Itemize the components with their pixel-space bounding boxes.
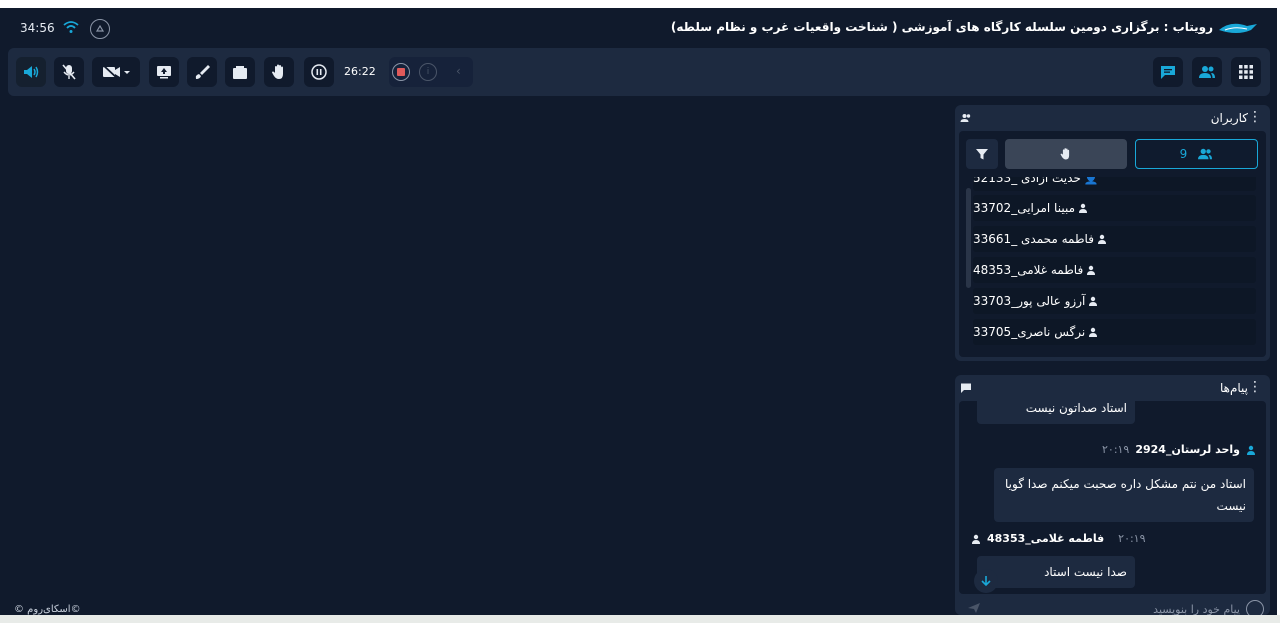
- top-bar: 34:56 رویتاب : برگزاری دومین سلسله کارگا…: [0, 8, 1277, 48]
- user-name: آرزو عالی پور_33703: [973, 294, 1086, 308]
- messages-panel-header: پیام‌ها ⋮: [955, 375, 1270, 401]
- message-bubble: استاد من نتم مشکل داره صحبت میکنم صدا گو…: [994, 468, 1254, 522]
- users-panel-header: کاربران ⋮: [955, 105, 1270, 131]
- user-icon: [1089, 296, 1098, 306]
- speaker-icon: [24, 66, 39, 78]
- pause-button[interactable]: [304, 57, 334, 87]
- camera-off-icon: [102, 64, 130, 80]
- folder-icon: [233, 66, 247, 79]
- toolbar: 26:22 i ‹: [8, 48, 1270, 96]
- whiteboard-button[interactable]: [187, 57, 217, 87]
- camera-button[interactable]: [92, 57, 140, 87]
- arrow-down-icon: [981, 576, 991, 587]
- user-icon: 👤: [1083, 177, 1099, 185]
- files-button[interactable]: [225, 57, 255, 87]
- messages-panel: پیام‌ها ⋮ استاد صداتون نیست واحد لرستان_…: [955, 375, 1270, 615]
- user-name: فاطمه محمدی _33661: [973, 232, 1094, 246]
- users-panel-title: کاربران: [1210, 111, 1248, 125]
- raised-hands-tab[interactable]: [1005, 139, 1127, 169]
- mic-off-icon: [62, 64, 76, 80]
- wifi-icon: [63, 21, 79, 33]
- screen-share-icon: [157, 66, 171, 79]
- message-bubble: استاد صداتون نیست: [977, 401, 1135, 424]
- page-title: رویتاب : برگزاری دومین سلسله کارگاه های …: [670, 20, 1213, 34]
- message-meta: واحد لرستان_2924 ۲۰:۱۹: [1102, 443, 1256, 456]
- user-icon: [1097, 234, 1106, 244]
- session-timer: 34:56: [20, 21, 55, 35]
- user-list-item[interactable]: 👤 حدیث آزادی _52133: [973, 177, 1256, 191]
- users-icon: [1199, 66, 1215, 78]
- users-panel-body: 9 👤 حدیث آزادی _52133 مبینا امرایی_33702 …: [959, 131, 1266, 357]
- message-compose: پیام خود را بنویسید: [959, 600, 1266, 615]
- messages-panel-menu-icon[interactable]: ⋮: [1248, 380, 1262, 394]
- pause-icon: [311, 64, 327, 80]
- user-name: فاطمه غلامی_48353: [973, 263, 1084, 277]
- info-icon[interactable]: i: [419, 63, 437, 81]
- stop-icon: [397, 68, 405, 76]
- message-input[interactable]: پیام خود را بنویسید: [1153, 603, 1240, 615]
- user-list-item[interactable]: فاطمه غلامی_48353: [973, 257, 1256, 283]
- user-list-item[interactable]: نرگس ناصری_33705: [973, 319, 1256, 345]
- user-name: حدیث آزادی _52133: [973, 177, 1081, 185]
- skyroom-logo-icon: [1219, 23, 1257, 33]
- stop-record-button[interactable]: [392, 63, 410, 81]
- scroll-to-bottom-button[interactable]: [974, 569, 998, 593]
- filter-icon: [976, 149, 988, 160]
- hand-icon: [1060, 148, 1070, 160]
- bottom-strip: [0, 615, 1280, 623]
- copyright-text: ©اسکای‌روم ©: [14, 604, 81, 615]
- apps-menu-button[interactable]: [1231, 57, 1261, 87]
- chat-icon: [1161, 66, 1175, 79]
- users-count: 9: [1179, 147, 1188, 161]
- grid-icon: [1239, 65, 1253, 79]
- user-icon: [1079, 203, 1088, 213]
- filter-button[interactable]: [966, 139, 998, 169]
- users-icon: [1198, 148, 1213, 160]
- message-sender: فاطمه غلامی_48353: [987, 532, 1105, 545]
- user-name: نرگس ناصری_33705: [973, 325, 1086, 339]
- users-panel: کاربران ⋮ 9 👤 حدیث آزادی _52133 مبینا امر…: [955, 105, 1270, 361]
- users-toggle-button[interactable]: [1192, 57, 1222, 87]
- user-icon: [972, 534, 980, 544]
- users-panel-menu-icon[interactable]: ⋮: [1248, 110, 1262, 124]
- users-small-icon: [960, 114, 971, 122]
- screen-share-button[interactable]: [149, 57, 179, 87]
- emoji-icon[interactable]: [1246, 600, 1264, 615]
- message-meta: فاطمه غلامی_48353 ۲۰:۱۹: [971, 532, 1146, 545]
- connection-status-icon[interactable]: [90, 19, 110, 39]
- users-count-tab[interactable]: 9: [1135, 139, 1258, 169]
- chevron-left-icon[interactable]: ‹: [456, 64, 461, 78]
- speaker-button[interactable]: [16, 57, 46, 87]
- chat-small-icon: [961, 383, 971, 393]
- recording-controls: i ‹: [389, 57, 473, 87]
- user-icon: [1087, 265, 1096, 275]
- user-name: مبینا امرایی_33702: [973, 201, 1076, 215]
- brush-icon: [195, 65, 210, 79]
- app-window: 34:56 رویتاب : برگزاری دومین سلسله کارگا…: [0, 8, 1277, 615]
- user-list-item[interactable]: فاطمه محمدی _33661: [973, 226, 1256, 252]
- recording-time: 26:22: [344, 65, 376, 78]
- microphone-button[interactable]: [54, 57, 84, 87]
- user-list-item[interactable]: آرزو عالی پور_33703: [973, 288, 1256, 314]
- user-list-item[interactable]: مبینا امرایی_33702: [973, 195, 1256, 221]
- message-sender: واحد لرستان_2924: [1135, 443, 1240, 456]
- message-bubble: صدا نیست استاد: [977, 556, 1135, 588]
- hand-icon: [272, 64, 283, 79]
- user-icon: [1089, 327, 1098, 337]
- user-list: 👤 حدیث آزادی _52133 مبینا امرایی_33702 فا…: [959, 177, 1266, 357]
- messages-list: استاد صداتون نیست واحد لرستان_2924 ۲۰:۱۹…: [959, 401, 1266, 594]
- messages-panel-title: پیام‌ها: [1219, 381, 1248, 395]
- message-time: ۲۰:۱۹: [1118, 532, 1146, 545]
- message-time: ۲۰:۱۹: [1102, 443, 1130, 456]
- user-icon: [1247, 445, 1255, 455]
- chat-toggle-button[interactable]: [1153, 57, 1183, 87]
- send-icon[interactable]: [967, 602, 981, 614]
- raise-hand-button[interactable]: [264, 57, 294, 87]
